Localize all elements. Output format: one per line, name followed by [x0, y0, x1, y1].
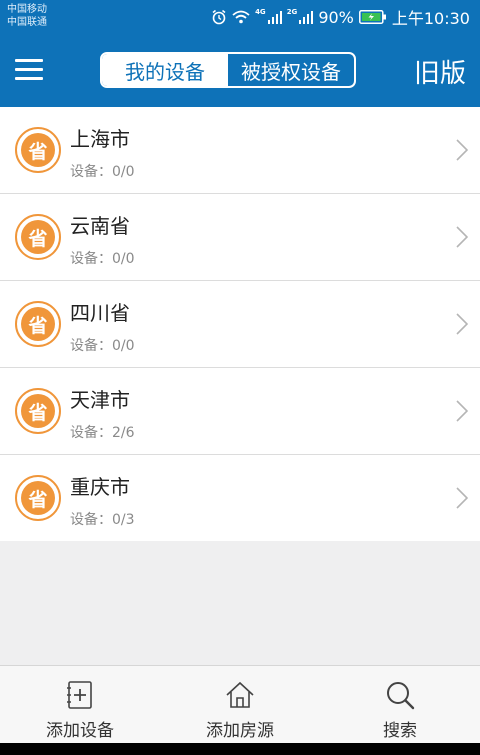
chevron-right-icon	[456, 139, 468, 161]
province-badge-icon: 省	[15, 475, 61, 521]
bottom-nav: 添加设备 添加房源 搜索	[0, 665, 480, 743]
tab-authorized-devices[interactable]: 被授权设备	[228, 54, 354, 86]
list-item[interactable]: 省 四川省 设备：0/0	[0, 281, 480, 368]
province-list: 省 上海市 设备：0/0 省 云南省 设备：0/0 省 四川省 设备：0/0 省…	[0, 107, 480, 541]
wifi-icon	[232, 10, 250, 24]
province-badge-icon: 省	[15, 127, 61, 173]
carrier-info: 中国移动 中国联通	[7, 3, 47, 29]
device-count: 设备：2/6	[70, 425, 135, 441]
province-badge-icon: 省	[15, 214, 61, 260]
system-navigation-bar	[0, 743, 480, 755]
list-item[interactable]: 省 上海市 设备：0/0	[0, 107, 480, 194]
add-property-label: 添加房源	[206, 721, 274, 741]
province-badge-icon: 省	[15, 301, 61, 347]
list-item[interactable]: 省 云南省 设备：0/0	[0, 194, 480, 281]
province-name: 天津市	[70, 388, 130, 412]
battery-percent: 90%	[318, 7, 354, 27]
menu-button[interactable]	[15, 59, 43, 81]
search-button[interactable]: 搜索	[320, 666, 480, 743]
carrier-2: 中国联通	[7, 17, 47, 28]
network-type-2: 2G	[286, 8, 298, 16]
search-icon	[387, 682, 415, 710]
add-device-label: 添加设备	[46, 721, 114, 741]
province-badge-icon: 省	[15, 388, 61, 434]
carrier-1: 中国移动	[7, 4, 47, 15]
network-type-1: 4G	[255, 8, 266, 16]
chevron-right-icon	[456, 400, 468, 422]
device-count: 设备：0/0	[70, 251, 135, 267]
alarm-icon	[212, 9, 226, 25]
house-icon	[226, 681, 254, 708]
add-device-icon	[67, 681, 92, 709]
signal-icon-2	[299, 11, 314, 24]
province-name: 重庆市	[70, 475, 130, 499]
signal-icon-1	[267, 11, 282, 24]
status-bar: 中国移动 中国联通 4G 2G 90% 上午10:30	[0, 0, 480, 33]
chevron-right-icon	[456, 313, 468, 335]
list-item[interactable]: 省 天津市 设备：2/6	[0, 368, 480, 455]
add-property-button[interactable]: 添加房源	[160, 666, 320, 743]
province-name: 云南省	[70, 214, 130, 238]
tab-my-devices[interactable]: 我的设备	[102, 54, 228, 86]
app-header: 我的设备 被授权设备 旧版	[0, 33, 480, 107]
device-count: 设备：0/3	[70, 512, 135, 528]
battery-charging-icon	[358, 10, 386, 24]
list-item[interactable]: 省 重庆市 设备：0/3	[0, 455, 480, 541]
device-tabs: 我的设备 被授权设备	[100, 52, 356, 88]
device-count: 设备：0/0	[70, 164, 135, 180]
clock: 上午10:30	[391, 9, 470, 28]
province-name: 四川省	[70, 301, 130, 325]
status-icons: 4G 2G 90% 上午10:30	[211, 6, 470, 28]
chevron-right-icon	[456, 487, 468, 509]
add-device-button[interactable]: 添加设备	[0, 666, 160, 743]
device-count: 设备：0/0	[70, 338, 135, 354]
chevron-right-icon	[456, 226, 468, 248]
search-label: 搜索	[383, 721, 417, 741]
province-name: 上海市	[70, 127, 130, 151]
old-version-button[interactable]: 旧版	[414, 53, 466, 90]
